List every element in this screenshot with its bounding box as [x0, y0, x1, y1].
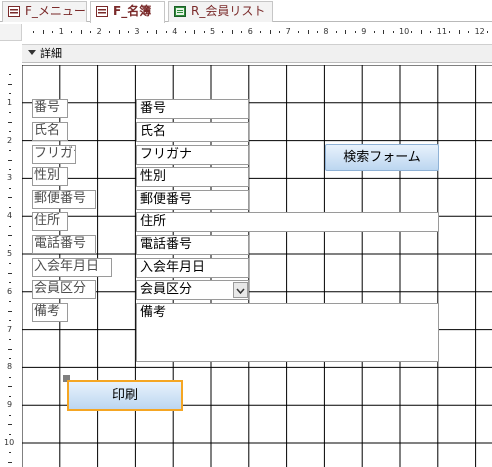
textbox-number[interactable]: 番号 — [136, 99, 249, 119]
label-join-date[interactable]: 入会年月日 — [32, 258, 112, 277]
textbox-address[interactable]: 住所 — [136, 212, 439, 232]
textbox-phone[interactable]: 電話番号 — [136, 235, 249, 255]
dropdown-arrow-icon[interactable] — [233, 282, 248, 298]
label-furigana[interactable]: フリガナ — [32, 145, 76, 164]
label-number[interactable]: 番号 — [32, 99, 68, 118]
textbox-furigana[interactable]: フリガナ — [136, 145, 249, 165]
textbox-join-date[interactable]: 入会年月日 — [136, 258, 249, 278]
label-address[interactable]: 住所 — [32, 212, 68, 231]
label-postal-code[interactable]: 郵便番号 — [32, 190, 96, 209]
label-gender[interactable]: 性別 — [32, 167, 68, 186]
print-button[interactable]: 印刷 — [67, 380, 183, 411]
combo-value: 会員区分 — [140, 282, 193, 297]
label-name[interactable]: 氏名 — [32, 122, 68, 141]
textbox-notes[interactable]: 備考 — [136, 303, 439, 362]
textbox-postal-code[interactable]: 郵便番号 — [136, 190, 249, 210]
search-form-button[interactable]: 検索フォーム — [325, 144, 439, 171]
textbox-gender[interactable]: 性別 — [136, 167, 249, 187]
label-notes[interactable]: 備考 — [32, 303, 68, 322]
textbox-name[interactable]: 氏名 — [136, 122, 249, 142]
label-phone[interactable]: 電話番号 — [32, 235, 96, 254]
label-member-class[interactable]: 会員区分 — [32, 280, 96, 299]
